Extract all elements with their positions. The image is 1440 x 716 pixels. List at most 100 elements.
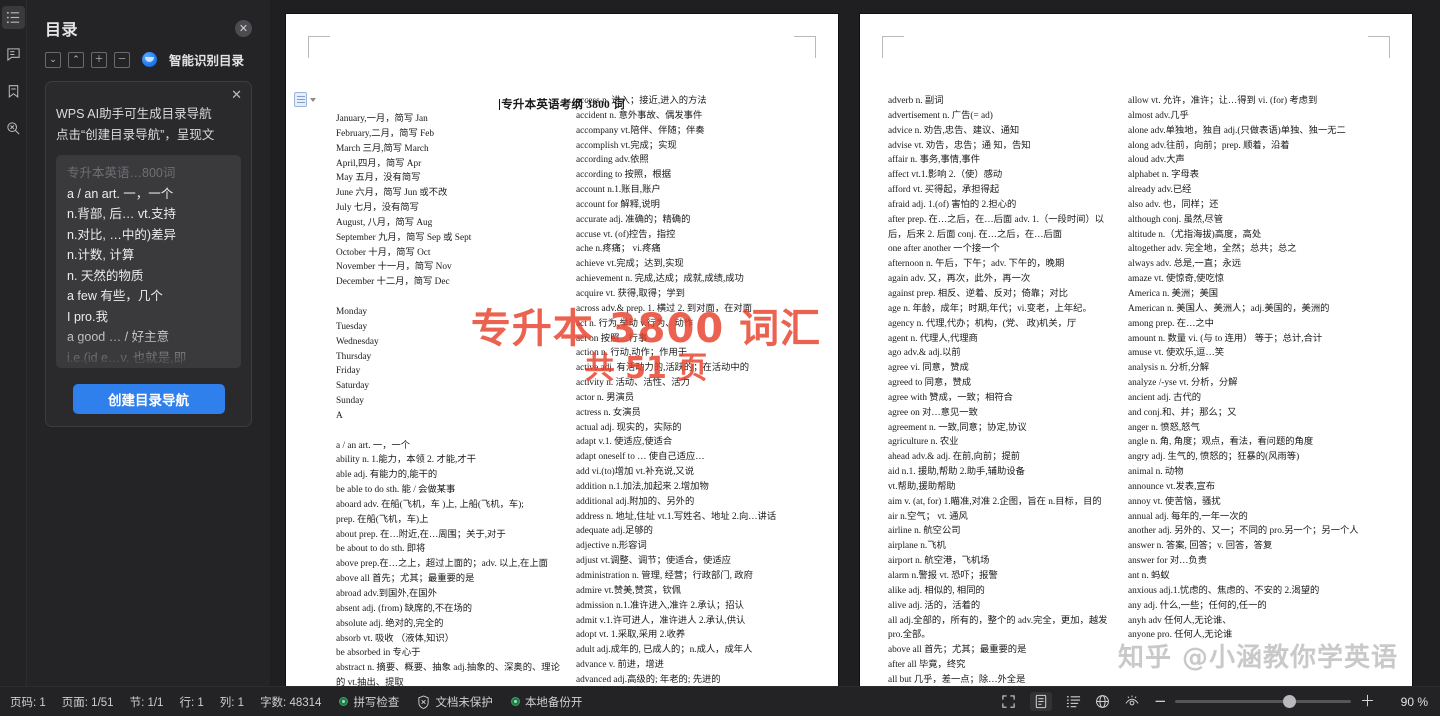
remove-level-icon[interactable]: － bbox=[114, 51, 130, 68]
status-doc-protection[interactable]: 文档未保护 bbox=[417, 694, 493, 710]
dictionary-entry: Thursday bbox=[336, 351, 372, 362]
page-view-icon[interactable] bbox=[1030, 692, 1052, 711]
dictionary-entry: actual adj. 现实的，实际的 bbox=[576, 422, 682, 433]
dictionary-entry: achieve vt.完成；达到,实现 bbox=[576, 259, 684, 270]
dictionary-entry: actor n. 男演员 bbox=[576, 392, 635, 403]
list-item: 专升本英语…800词 bbox=[67, 166, 176, 180]
dictionary-entry: advertisement n. 广告(= ad) bbox=[888, 110, 993, 121]
dictionary-entry: amuse vt. 使欢乐,逗…笑 bbox=[1128, 348, 1225, 359]
panel-title: 目录 bbox=[45, 22, 79, 39]
outline-icon[interactable] bbox=[1, 6, 25, 29]
dictionary-entry: agreement n. 一致,同意；协定,协议 bbox=[888, 422, 1027, 433]
document-page-left[interactable]: 专升本英语考纲 3800 词 January,一月，简写 Jan February… bbox=[286, 14, 838, 686]
zhihu-watermark: 知乎 @小涵教你学英语 bbox=[1118, 637, 1398, 674]
zoom-level-value[interactable]: 90 % bbox=[1386, 695, 1428, 709]
dictionary-entry: Tuesday bbox=[336, 321, 368, 332]
dictionary-entry: administration n. 管理, 经营；行政部门, 政府 bbox=[576, 571, 753, 581]
dictionary-entry: abstract n. 摘要、概要、抽象 adj.抽象的、深奥的、理论的 vt.… bbox=[336, 663, 560, 686]
dictionary-entry: access n. 进入；接近,进入的方法 bbox=[576, 96, 707, 106]
dictionary-entry: A bbox=[336, 410, 343, 421]
document-canvas[interactable]: 专升本英语考纲 3800 词 January,一月，简写 Jan February… bbox=[270, 0, 1440, 686]
dictionary-entry: another adj. 另外的、又一；不同的 pro.另一个；另一个人 bbox=[1128, 526, 1359, 537]
outline-view-icon[interactable] bbox=[1066, 694, 1081, 709]
status-row[interactable]: 行: 1 bbox=[179, 694, 203, 710]
zoom-in-button[interactable]: ＋ bbox=[1360, 694, 1375, 709]
collapse-all-icon[interactable]: ⌄ bbox=[45, 51, 61, 68]
notes-icon[interactable] bbox=[2, 43, 25, 66]
status-word-count[interactable]: 字数: 48314 bbox=[260, 694, 321, 710]
dictionary-entry: airplane n.飞机 bbox=[888, 541, 946, 552]
status-section[interactable]: 节: 1/1 bbox=[130, 694, 164, 710]
dictionary-entry: able adj. 有能力的,能干的 bbox=[336, 470, 438, 481]
list-item: a / an art. 一，一个 bbox=[67, 186, 174, 201]
dictionary-entry: accurate adj. 准确的；精确的 bbox=[576, 214, 691, 225]
crop-mark bbox=[882, 36, 904, 58]
dictionary-entry: any adj. 什么,一些；任何的,任一的 bbox=[1128, 600, 1267, 611]
list-item: a few 有些，几个 bbox=[67, 289, 163, 303]
find-icon[interactable] bbox=[2, 117, 25, 140]
zoom-slider-track[interactable] bbox=[1175, 695, 1351, 708]
dictionary-entry: agent n. 代理人,代理商 bbox=[888, 333, 978, 344]
dictionary-entry: October 十月，简写 Oct bbox=[336, 247, 431, 258]
dictionary-entry: adapt oneself to … 使自己适应… bbox=[576, 452, 705, 463]
dictionary-entry: already adv.已经 bbox=[1128, 185, 1192, 196]
reading-eye-icon[interactable] bbox=[1124, 694, 1140, 709]
dictionary-entry: although conj. 虽然,尽管 bbox=[1128, 214, 1224, 225]
dictionary-entry: August, 八月，简写 Aug bbox=[336, 217, 433, 228]
close-icon[interactable]: ✕ bbox=[235, 19, 252, 37]
add-level-icon[interactable]: ＋ bbox=[91, 51, 107, 68]
dictionary-entry: November 十一月，简写 Nov bbox=[336, 262, 452, 273]
dictionary-entry: admission n.1.准许进入,准许 2.承认；招认 bbox=[576, 600, 744, 611]
zoom-control[interactable]: − ＋ bbox=[1154, 694, 1375, 709]
bookmark-icon[interactable] bbox=[2, 80, 25, 103]
status-spell-check[interactable]: 拼写检查 bbox=[339, 694, 399, 710]
web-view-icon[interactable] bbox=[1095, 694, 1110, 709]
status-page-number[interactable]: 页码: 1 bbox=[10, 694, 46, 710]
dictionary-entry: addition n.1.加法,加起来 2.增加物 bbox=[576, 481, 709, 492]
dictionary-entry: act on 按照…行事 bbox=[576, 333, 648, 344]
dictionary-entry: May 五月，没有简写 bbox=[336, 173, 421, 184]
fullscreen-icon[interactable] bbox=[1001, 694, 1016, 709]
status-local-backup[interactable]: 本地备份开 bbox=[510, 694, 582, 710]
dictionary-entry: angry adj. 生气的, 愤怒的；狂暴的(风雨等) bbox=[1128, 452, 1300, 463]
catalog-toolbar: ⌄ ⌃ ＋ － 智能识别目录 bbox=[27, 48, 270, 79]
ai-assistant-icon[interactable] bbox=[142, 52, 157, 67]
create-outline-nav-button[interactable]: 创建目录导航 bbox=[72, 384, 225, 414]
dictionary-entry: active adj. 有活动力的,活跃的；在活动中的 bbox=[576, 363, 750, 374]
dictionary-entry: amount n. 数量 vi. (与 to 连用） 等于；总计,合计 bbox=[1128, 333, 1323, 344]
status-page-of[interactable]: 页面: 1/51 bbox=[62, 694, 114, 710]
dictionary-entry: accuse vt. (of)控告，指控 bbox=[576, 229, 676, 240]
dictionary-entry: affair n. 事务,事情,事件 bbox=[888, 155, 981, 166]
dictionary-entry: be able to do sth. 能 / 会做某事 bbox=[336, 485, 456, 496]
dictionary-entry: agreed to 同意，赞成 bbox=[888, 378, 972, 389]
left-page-column-1: January,一月，简写 Jan February,二月，简写 Feb March… bbox=[336, 112, 568, 686]
dictionary-entry: adverb n. 副词 bbox=[888, 96, 944, 106]
zoom-slider-knob[interactable] bbox=[1283, 695, 1296, 708]
zoom-out-button[interactable]: − bbox=[1154, 694, 1167, 709]
dictionary-entry: address n. 地址,住址 vt.1.写姓名、地址 2.向…讲话 bbox=[576, 511, 777, 522]
dictionary-entry: adult adj.成年的, 已成人的；n.成人，成年人 bbox=[576, 645, 753, 656]
close-icon[interactable]: ✕ bbox=[231, 88, 242, 103]
status-bar: 页码: 1 页面: 1/51 节: 1/1 行: 1 列: 1 字数: 4831… bbox=[0, 686, 1440, 716]
smart-outline-label[interactable]: 智能识别目录 bbox=[169, 50, 244, 69]
dictionary-entry: March 三月,简写 March bbox=[336, 143, 429, 154]
dictionary-entry: amaze vt. 使惊奇,使吃惊 bbox=[1128, 274, 1225, 285]
status-column[interactable]: 列: 1 bbox=[220, 694, 244, 710]
fade-overlay bbox=[56, 326, 241, 368]
dictionary-entry: add vi.(to)增加 vt.补充说,又说 bbox=[576, 467, 695, 478]
dictionary-entry: July 七月，没有简写 bbox=[336, 203, 419, 214]
dictionary-entry: January,一月，简写 Jan bbox=[336, 114, 428, 124]
dictionary-entry: September 九月，简写 Sep 或 Sept bbox=[336, 232, 472, 243]
dictionary-entry: all but 几乎，差一点；除…外全是 bbox=[888, 674, 1026, 685]
left-page-column-2: access n. 进入；接近,进入的方法 accident n. 意外事故、偶发… bbox=[576, 94, 814, 686]
expand-all-icon[interactable]: ⌃ bbox=[68, 51, 84, 68]
dictionary-entry: be about to do sth. 即将 bbox=[336, 544, 426, 555]
dictionary-entry: Monday bbox=[336, 306, 367, 317]
dictionary-entry: announce vt.发表,宣布 bbox=[1128, 481, 1216, 492]
document-page-right[interactable]: adverb n. 副词 advertisement n. 广告(= ad) adv… bbox=[860, 14, 1412, 686]
dictionary-entry: adopt vt. 1.采取,采用 2.收养 bbox=[576, 630, 686, 641]
dictionary-entry: alarm n.警报 vt. 恐吓；报警 bbox=[888, 571, 998, 581]
dictionary-entry: April,四月，简写 Apr bbox=[336, 158, 422, 169]
dictionary-entry: age n. 年龄，成年；时期,年代；vi.变老，上年纪。 bbox=[888, 303, 1092, 314]
